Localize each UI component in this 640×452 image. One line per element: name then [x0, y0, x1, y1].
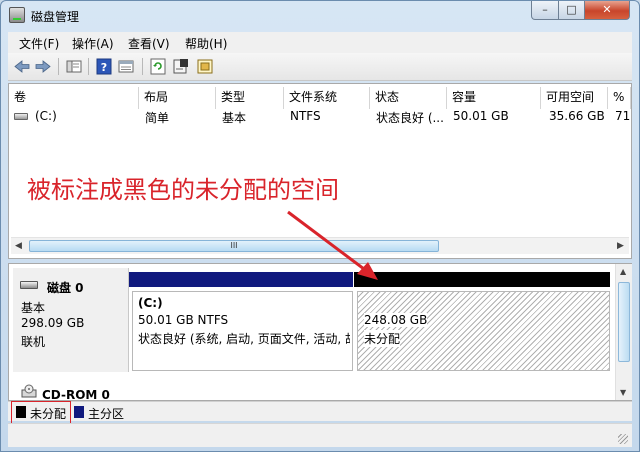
unallocated-partition[interactable]: 248.08 GB 未分配 — [357, 291, 610, 371]
column-free-space[interactable]: 可用空间 — [541, 87, 608, 109]
minimize-button[interactable]: – — [531, 1, 559, 20]
partition-c-size: 50.01 GB NTFS — [138, 313, 229, 327]
drive-icon — [14, 113, 28, 120]
properties-icon[interactable] — [171, 57, 191, 76]
column-capacity[interactable]: 容量 — [447, 87, 541, 109]
export-icon[interactable] — [195, 57, 215, 76]
hard-disk-icon — [20, 281, 38, 289]
legend-swatch-primary — [74, 406, 84, 418]
column-volume[interactable]: 卷 — [9, 87, 139, 109]
disk-management-app-icon — [9, 7, 25, 23]
scroll-down-icon[interactable]: ▼ — [620, 388, 626, 397]
scroll-thumb[interactable]: III — [29, 240, 439, 252]
toolbar-separator — [58, 58, 59, 75]
unallocated-bar — [354, 272, 610, 287]
console-tree-icon[interactable] — [64, 57, 84, 76]
vertical-scrollbar[interactable]: ▲ ▼ — [615, 264, 632, 400]
menu-bar: 文件(F) 操作(A) 查看(V) 帮助(H) — [8, 32, 632, 53]
scroll-up-icon[interactable]: ▲ — [620, 267, 626, 276]
cdrom-name: CD-ROM 0 — [42, 388, 110, 402]
cell-volume: (C:) — [35, 109, 57, 123]
cell-layout: 简单 — [145, 111, 170, 125]
partition-c-status: 状态良好 (系统, 启动, 页面文件, 活动, 故 — [138, 332, 350, 346]
column-filesystem[interactable]: 文件系统 — [284, 87, 370, 109]
disk-0-kind: 基本 — [21, 301, 46, 315]
column-status[interactable]: 状态 — [370, 87, 447, 109]
disk-0-state: 联机 — [21, 335, 46, 349]
cell-filesystem: NTFS — [290, 109, 321, 123]
status-bar — [8, 423, 632, 447]
horizontal-scrollbar[interactable]: ◀ III ▶ — [11, 237, 629, 254]
forward-arrow-icon[interactable] — [33, 57, 53, 76]
scroll-left-icon[interactable]: ◀ — [15, 241, 22, 251]
cell-free-space: 35.66 GB — [549, 109, 605, 123]
unallocated-label: 未分配 — [364, 330, 401, 347]
refresh-icon[interactable] — [148, 57, 168, 76]
disk-0-info[interactable]: 磁盘 0 基本 298.09 GB 联机 — [13, 268, 129, 372]
maximize-button[interactable]: □ — [558, 1, 585, 20]
cell-capacity: 50.01 GB — [453, 109, 509, 123]
menu-action[interactable]: 操作(A) — [72, 35, 114, 52]
cell-status: 状态良好 (... — [376, 111, 444, 125]
cdrom-icon — [21, 384, 37, 398]
title-bar[interactable]: 磁盘管理 – □ ✕ — [1, 1, 639, 31]
partition-c[interactable]: (C:) 50.01 GB NTFS 状态良好 (系统, 启动, 页面文件, 活… — [132, 291, 353, 371]
back-arrow-icon[interactable] — [12, 57, 32, 76]
cell-type: 基本 — [222, 111, 247, 125]
disk-management-window: 磁盘管理 – □ ✕ 文件(F) 操作(A) 查看(V) 帮助(H) ? 卷 布… — [0, 0, 640, 452]
volume-list-header: 卷 布局 类型 文件系统 状态 容量 可用空间 % — [9, 84, 631, 109]
scroll-thumb[interactable] — [618, 282, 630, 362]
toolbar-separator — [88, 58, 89, 75]
scroll-right-icon[interactable]: ▶ — [617, 241, 624, 251]
column-layout[interactable]: 布局 — [139, 87, 216, 109]
legend: 未分配 主分区 — [8, 401, 632, 421]
close-button[interactable]: ✕ — [584, 1, 630, 20]
window-title: 磁盘管理 — [31, 10, 80, 24]
column-percent-free[interactable]: % — [608, 87, 631, 109]
resize-grip-icon[interactable] — [618, 434, 628, 444]
unallocated-size: 248.08 GB — [364, 313, 428, 327]
cell-percent-free: 71 — [615, 109, 631, 123]
toolbar: ? — [8, 53, 632, 81]
partition-c-name: (C:) — [138, 296, 163, 310]
annotation-text: 被标注成黑色的未分配的空间 — [27, 176, 339, 204]
column-type[interactable]: 类型 — [216, 87, 284, 109]
menu-view[interactable]: 查看(V) — [128, 35, 170, 52]
toolbar-separator — [142, 58, 143, 75]
help-icon[interactable]: ? — [94, 57, 114, 76]
primary-partition-bar — [129, 272, 353, 287]
disk-layout-pane: 磁盘 0 基本 298.09 GB 联机 (C:) 50.01 GB NTFS … — [8, 263, 632, 402]
legend-label-primary: 主分区 — [88, 407, 125, 421]
view-icon[interactable] — [116, 57, 136, 76]
menu-file[interactable]: 文件(F) — [19, 35, 59, 52]
disk-0-name: 磁盘 0 — [47, 281, 84, 295]
svg-text:?: ? — [101, 61, 107, 74]
disk-0-size: 298.09 GB — [21, 316, 85, 330]
menu-help[interactable]: 帮助(H) — [185, 35, 227, 52]
